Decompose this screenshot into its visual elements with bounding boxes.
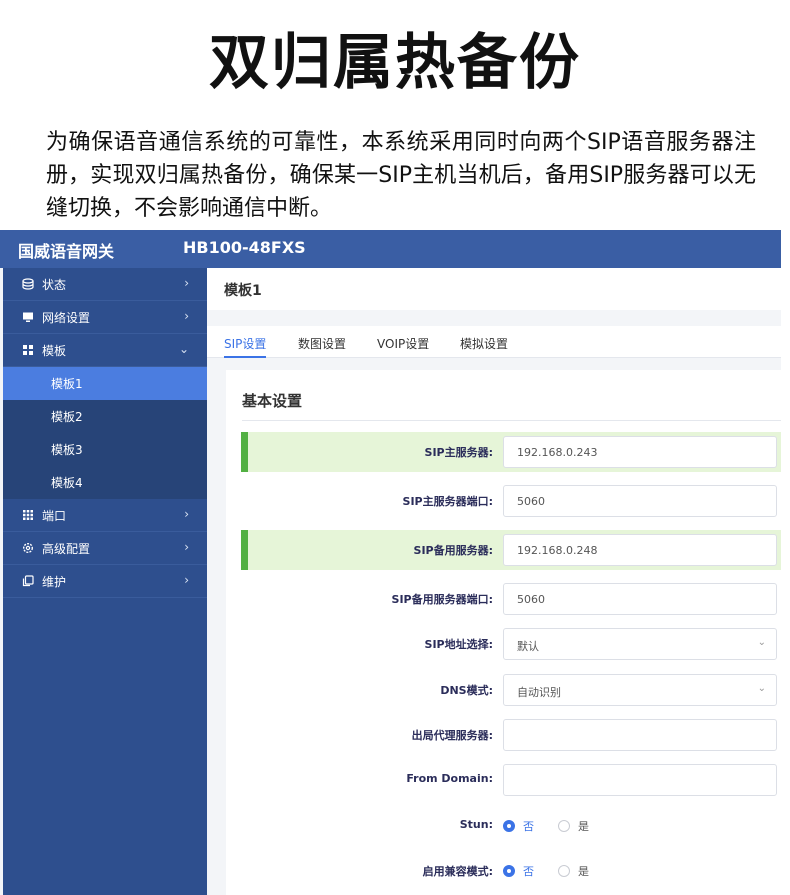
field-label: SIP备用服务器端口: xyxy=(391,593,493,606)
form-row-sip-backup-port: SIP备用服务器端口: 5060 xyxy=(241,579,781,619)
banner-intro: 为确保语音通信系统的可靠性，本系统采用同时向两个SIP语音服务器注册，实现双归属… xyxy=(46,130,756,221)
active-tab-indicator xyxy=(224,356,266,358)
basic-settings-card: 基本设置 SIP主服务器: 192.168.0.243 SIP主服务器端口: 5… xyxy=(226,370,781,895)
sip-primary-port-input[interactable]: 5060 xyxy=(503,485,777,517)
monitor-icon xyxy=(20,311,36,323)
sip-primary-server-input[interactable]: 192.168.0.243 xyxy=(503,436,777,468)
field-label: SIP备用服务器: xyxy=(413,544,493,557)
chevron-right-icon: › xyxy=(184,507,189,521)
sidebar-item-maintenance[interactable]: 维护 › xyxy=(3,565,207,598)
sidebar-item-label: 维护 xyxy=(42,574,67,589)
tab-voip-settings[interactable]: VOIP设置 xyxy=(377,335,429,352)
brand-name: 国威语音网关 xyxy=(18,242,115,261)
sidebar-item-advanced[interactable]: 高级配置 › xyxy=(3,532,207,565)
chevron-right-icon: › xyxy=(184,276,189,290)
gear-icon xyxy=(20,542,36,554)
radio-dot xyxy=(558,865,570,877)
sidebar-subitem-template-3[interactable]: 模板3 xyxy=(3,433,207,466)
chevron-down-icon: ⌄ xyxy=(757,637,766,648)
main-content: 模板1 SIP设置 数图设置 VOIP设置 模拟设置 基本设置 SIP主服务器:… xyxy=(207,268,781,895)
field-label: SIP主服务器: xyxy=(424,446,493,459)
chevron-right-icon: › xyxy=(184,540,189,554)
sip-backup-port-input[interactable]: 5060 xyxy=(503,583,777,615)
from-domain-input[interactable] xyxy=(503,764,777,796)
select-value: 默认 xyxy=(517,640,539,653)
field-label: From Domain: xyxy=(406,772,493,785)
form-row-sip-backup-server: SIP备用服务器: 192.168.0.248 xyxy=(241,530,781,570)
radio-label: 是 xyxy=(578,865,589,878)
field-label: DNS模式: xyxy=(440,684,493,697)
radio-dot xyxy=(558,820,570,832)
form-row-sip-address-select: SIP地址选择: 默认 ⌄ xyxy=(241,624,781,664)
top-bar: 国威语音网关 HB100-48FXS xyxy=(0,230,781,268)
sip-address-select[interactable]: 默认 ⌄ xyxy=(503,628,777,660)
banner-title: 双归属热备份 xyxy=(209,28,581,98)
radio-label: 是 xyxy=(578,820,589,833)
field-label: 出局代理服务器: xyxy=(411,729,493,742)
chevron-down-icon: ⌄ xyxy=(757,683,766,694)
database-icon xyxy=(20,278,36,290)
radio-dot xyxy=(503,820,515,832)
chevron-down-icon: ⌄ xyxy=(178,342,189,356)
sidebar: 状态 › 网络设置 › 模板 ⌄ 模板1 模板2 模板3 模板4 端口 › 高级… xyxy=(3,268,207,895)
sidebar-item-network[interactable]: 网络设置 › xyxy=(3,301,207,334)
field-label: SIP主服务器端口: xyxy=(402,495,493,508)
page-title: 模板1 xyxy=(207,268,781,310)
select-value: 自动识别 xyxy=(517,686,561,699)
copy-icon xyxy=(20,575,36,587)
radio-dot xyxy=(503,865,515,877)
sidebar-item-port[interactable]: 端口 › xyxy=(3,499,207,532)
tab-bar: SIP设置 数图设置 VOIP设置 模拟设置 xyxy=(207,326,781,358)
form-row-dns-mode: DNS模式: 自动识别 ⌄ xyxy=(241,670,781,710)
compat-mode-no-radio[interactable]: 否 xyxy=(503,863,534,879)
radio-label: 否 xyxy=(523,820,534,833)
app-window: 国威语音网关 HB100-48FXS 状态 › 网络设置 › 模板 ⌄ 模板1 … xyxy=(0,230,781,895)
field-label: 启用兼容模式: xyxy=(422,865,493,878)
tab-analog-settings[interactable]: 模拟设置 xyxy=(460,335,508,352)
radio-label: 否 xyxy=(523,865,534,878)
device-model: HB100-48FXS xyxy=(183,238,306,257)
sidebar-item-template[interactable]: 模板 ⌄ xyxy=(3,334,207,367)
compat-mode-yes-radio[interactable]: 是 xyxy=(558,863,589,879)
sidebar-item-label: 网络设置 xyxy=(42,310,91,325)
sidebar-subitem-template-4[interactable]: 模板4 xyxy=(3,466,207,499)
form-row-sip-primary-port: SIP主服务器端口: 5060 xyxy=(241,481,781,521)
form-row-from-domain: From Domain: xyxy=(241,760,781,800)
tab-sip-settings[interactable]: SIP设置 xyxy=(224,335,266,352)
form-row-compat-mode: 启用兼容模式: 否 是 xyxy=(241,851,781,891)
outbound-proxy-input[interactable] xyxy=(503,719,777,751)
sidebar-item-label: 端口 xyxy=(42,508,67,523)
chevron-right-icon: › xyxy=(184,573,189,587)
stun-no-radio[interactable]: 否 xyxy=(503,818,534,834)
sidebar-item-label: 高级配置 xyxy=(42,541,91,556)
dns-mode-select[interactable]: 自动识别 ⌄ xyxy=(503,674,777,706)
stun-yes-radio[interactable]: 是 xyxy=(558,818,589,834)
apps-icon xyxy=(20,509,36,521)
form-row-stun: Stun: 否 是 xyxy=(241,806,781,846)
sidebar-subitem-template-1[interactable]: 模板1 xyxy=(3,367,207,400)
field-label: Stun: xyxy=(459,818,493,831)
field-label: SIP地址选择: xyxy=(424,638,493,651)
sidebar-item-label: 状态 xyxy=(42,277,67,292)
form-row-sip-primary-server: SIP主服务器: 192.168.0.243 xyxy=(241,432,781,472)
grid-icon xyxy=(20,344,36,356)
tab-dialplan-settings[interactable]: 数图设置 xyxy=(298,335,346,352)
sidebar-item-status[interactable]: 状态 › xyxy=(3,268,207,301)
sip-backup-server-input[interactable]: 192.168.0.248 xyxy=(503,534,777,566)
sidebar-subitem-template-2[interactable]: 模板2 xyxy=(3,400,207,433)
chevron-right-icon: › xyxy=(184,309,189,323)
form-row-outbound-proxy: 出局代理服务器: xyxy=(241,715,781,755)
section-divider xyxy=(242,420,781,421)
section-title: 基本设置 xyxy=(242,392,303,410)
sidebar-item-label: 模板 xyxy=(42,343,67,358)
